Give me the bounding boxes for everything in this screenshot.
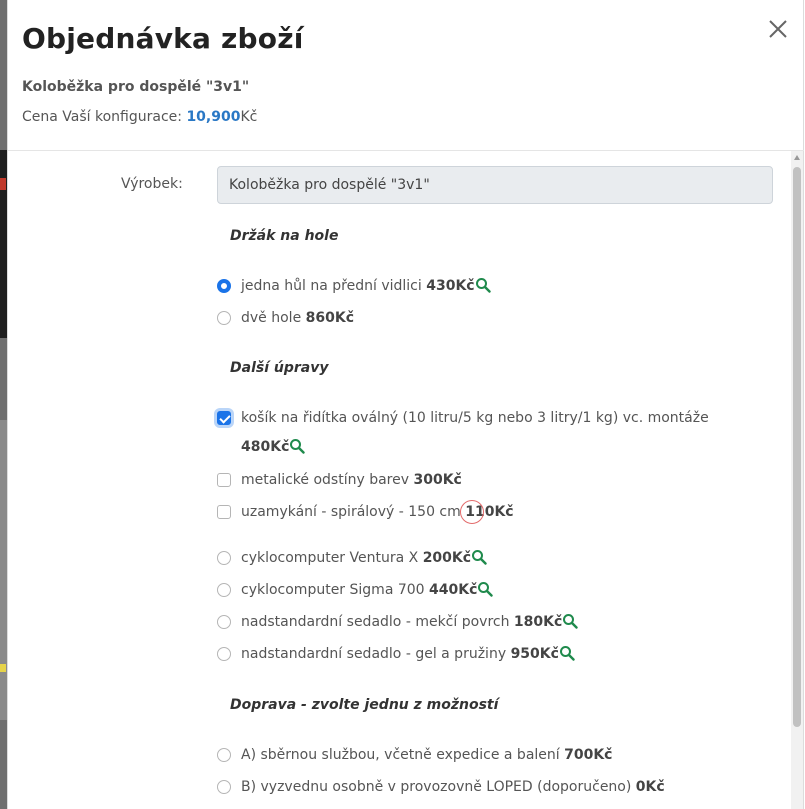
modal-title: Objednávka zboží [22,22,304,55]
option-label: nadstandardní sedadlo - gel a pružiny [241,646,511,662]
checkbox[interactable] [217,473,231,487]
checkbox[interactable] [217,505,231,519]
radio-button[interactable] [217,780,231,794]
radio-button[interactable] [217,551,231,565]
option-label: metalické odstíny barev [241,472,414,488]
option-label: A) sběrnou službou, včetně expedice a ba… [241,747,565,763]
scroll-up-arrow-icon[interactable] [794,155,800,160]
option-price: 0Kč [635,779,665,795]
option-label: jedna hůl na přední vidlici [241,278,427,294]
option-price: 430Kč [426,278,475,294]
option-label: dvě hole [241,310,306,326]
scrollbar-thumb[interactable] [793,167,801,727]
option-label: nadstandardní sedadlo - mekčí povrch [241,614,514,630]
section-title-delivery: Doprava - zvolte jednu z možností [230,697,499,713]
price-currency: Kč [240,109,258,125]
backdrop-red-mark [0,178,6,190]
option-price: 480Kč [241,439,290,455]
modal-body: Výrobek: Koloběžka pro dospělé "3v1" Drž… [8,151,804,809]
price-value: 10,900 [186,109,241,125]
radio-button[interactable] [217,647,231,661]
configuration-price: Cena Vaší konfigurace: 10,900Kč [22,109,257,125]
product-name: Koloběžka pro dospělé "3v1" [22,79,250,95]
product-field[interactable]: Koloběžka pro dospělé "3v1" [217,166,773,204]
cursor-highlight [460,500,485,524]
magnifier-icon[interactable] [477,579,494,597]
option-price: 200Kč [422,550,472,566]
option-label: cyklocomputer Ventura X [241,550,423,566]
radio-button[interactable] [217,615,231,629]
option-price: 860Kč [305,310,355,326]
price-prefix: Cena Vaší konfigurace: [22,109,187,125]
radio-button[interactable] [217,279,231,293]
close-icon[interactable] [766,17,790,41]
option-label: uzamykání - spirálový - 150 cm [241,504,466,520]
option-price: 440Kč [429,582,478,598]
product-label: Výrobek: [121,176,183,192]
magnifier-icon[interactable] [559,643,575,661]
option-price: 110Kč [460,498,514,527]
checkbox[interactable] [217,411,231,425]
modal-header: Objednávka zboží Koloběžka pro dospělé "… [8,0,804,151]
radio-button[interactable] [217,311,231,325]
option-price: 300Kč [413,472,462,488]
option-label: košík na řidítka oválný (10 litru/5 kg n… [241,410,709,426]
section-title-holder: Držák na hole [230,228,339,244]
option-label: B) vyzvednu osobně v provozovně LOPED (d… [241,779,636,795]
option-price: 950Kč [510,646,559,662]
magnifier-icon[interactable] [475,275,491,293]
radio-button[interactable] [217,583,231,597]
section-title-extras: Další úpravy [230,360,329,376]
option-price: 180Kč [513,614,563,630]
order-modal: Objednávka zboží Koloběžka pro dospělé "… [7,0,804,809]
scrollbar[interactable] [791,151,803,809]
option-label: cyklocomputer Sigma 700 [241,582,430,598]
backdrop-yellow-mark [0,664,6,672]
radio-button[interactable] [217,748,231,762]
option-price: 700Kč [564,747,613,763]
magnifier-icon[interactable] [562,611,578,629]
magnifier-icon[interactable] [471,547,487,565]
magnifier-icon[interactable] [289,436,306,454]
